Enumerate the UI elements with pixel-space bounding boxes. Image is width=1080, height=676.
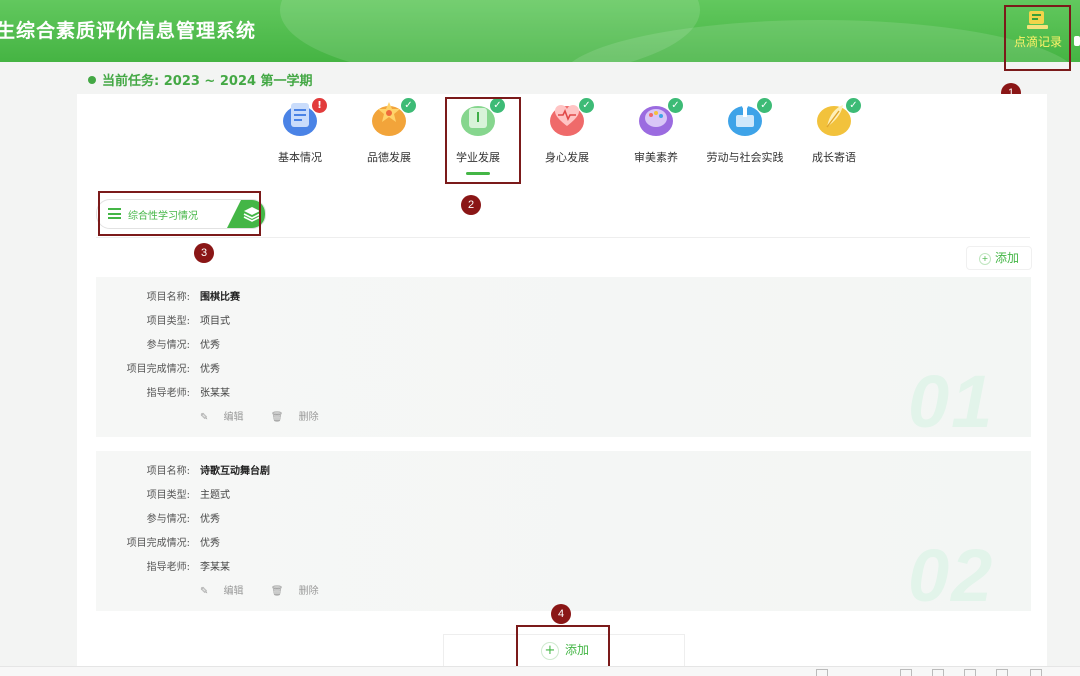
delete-button[interactable]: 🗑 删除 [271, 412, 331, 423]
check-icon: ✓ [846, 98, 861, 113]
nav-label: 身心发展 [545, 151, 589, 164]
check-icon: ✓ [579, 98, 594, 113]
active-tab-indicator [466, 172, 490, 175]
record-button[interactable]: 点滴记录 [1007, 8, 1069, 60]
card-actions: ✎ 编辑 🗑 删除 [200, 408, 343, 423]
field-value-name: 诗歌互动舞台剧 [200, 466, 270, 477]
add-label: 添加 [565, 643, 590, 657]
edit-icon: ✎ [200, 586, 212, 597]
nav-item-moral[interactable]: ✓ 品德发展 [349, 98, 429, 165]
annotation-badge-4: 4 [551, 604, 571, 624]
document-icon: ! [281, 98, 327, 138]
menu-icon [108, 208, 121, 219]
field-label-teacher: 指导老师: [146, 562, 190, 573]
field-label-completion: 项目完成情况: [126, 538, 190, 549]
section-label: 综合性学习情况 [128, 211, 198, 222]
delete-label: 删除 [298, 412, 319, 423]
annotation-badge-2: 2 [461, 195, 481, 215]
card-number: 01 [908, 360, 995, 437]
check-icon: ✓ [757, 98, 772, 113]
record-label: 点滴记录 [1013, 35, 1062, 49]
edit-button[interactable]: ✎ 编辑 [200, 412, 256, 423]
field-label-name: 项目名称: [146, 466, 190, 477]
top-header: 生综合素质评价信息管理系统 点滴记录 [0, 0, 1080, 62]
field-value-type: 项目式 [200, 316, 230, 327]
layers-icon [227, 200, 265, 228]
project-card: 项目名称: 围棋比赛 项目类型: 项目式 参与情况: 优秀 项目完成情况: 优秀… [96, 277, 1031, 437]
card-actions: ✎ 编辑 🗑 删除 [200, 582, 343, 597]
field-value-participation: 优秀 [200, 340, 220, 351]
palette-icon: ✓ [637, 98, 683, 138]
app-title: 生综合素质评价信息管理系统 [0, 20, 257, 42]
project-card: 项目名称: 诗歌互动舞台剧 项目类型: 主题式 参与情况: 优秀 项目完成情况:… [96, 451, 1031, 611]
warning-icon: ! [312, 98, 327, 113]
delete-button[interactable]: 🗑 删除 [271, 586, 331, 597]
field-label-participation: 参与情况: [146, 340, 190, 351]
feather-icon: ✓ [815, 98, 861, 138]
field-value-participation: 优秀 [200, 514, 220, 525]
field-value-completion: 优秀 [200, 364, 220, 375]
add-button-bottom[interactable]: + 添加 [541, 641, 589, 660]
annotation-badge-3: 3 [194, 243, 214, 263]
field-label-type: 项目类型: [146, 316, 190, 327]
field-label-teacher: 指导老师: [146, 388, 190, 399]
field-label-type: 项目类型: [146, 490, 190, 501]
add-button-bottom-container: + 添加 [443, 634, 685, 667]
star-heart-icon: ✓ [370, 98, 416, 138]
nav-item-aesthetic[interactable]: ✓ 审美素养 [616, 98, 696, 165]
add-button-top[interactable]: + 添加 [966, 246, 1032, 270]
heart-pulse-icon: ✓ [548, 98, 594, 138]
field-label-participation: 参与情况: [146, 514, 190, 525]
edit-label: 编辑 [223, 412, 244, 423]
section-divider [96, 237, 1030, 238]
tools-icon: ✓ [726, 98, 772, 138]
edit-label: 编辑 [223, 586, 244, 597]
check-icon: ✓ [668, 98, 683, 113]
field-value-teacher: 张某某 [200, 388, 230, 399]
edit-button[interactable]: ✎ 编辑 [200, 586, 256, 597]
trash-icon: 🗑 [270, 412, 287, 423]
plus-icon: + [541, 642, 559, 660]
nav-item-growth-message[interactable]: ✓ 成长寄语 [794, 98, 874, 165]
nav-label: 审美素养 [634, 151, 678, 164]
nav-label: 劳动与社会实践 [706, 151, 784, 164]
plus-icon: + [978, 253, 991, 265]
task-label: 当前任务: 2023 ~ 2024 第一学期 [102, 74, 313, 89]
add-label: 添加 [994, 251, 1019, 265]
task-dot-icon [88, 76, 96, 84]
header-edge-icon [1074, 36, 1080, 46]
nav-label: 基本情况 [278, 151, 322, 164]
book-icon: ✓ [459, 98, 505, 138]
field-value-completion: 优秀 [200, 538, 220, 549]
nav-label: 品德发展 [367, 151, 411, 164]
section-selector[interactable]: 综合性学习情况 [96, 199, 266, 229]
current-task: 当前任务: 2023 ~ 2024 第一学期 [88, 70, 313, 89]
delete-label: 删除 [298, 586, 319, 597]
check-icon: ✓ [490, 98, 505, 113]
edit-icon: ✎ [200, 412, 212, 423]
check-icon: ✓ [401, 98, 416, 113]
field-label-completion: 项目完成情况: [126, 364, 190, 375]
field-value-name: 围棋比赛 [200, 292, 240, 303]
card-number: 02 [908, 534, 995, 611]
nav-item-basic-info[interactable]: ! 基本情况 [260, 98, 340, 165]
nav-label: 成长寄语 [812, 151, 856, 164]
nav-item-physical[interactable]: ✓ 身心发展 [527, 98, 607, 165]
field-value-teacher: 李某某 [200, 562, 230, 573]
nav-item-labor[interactable]: ✓ 劳动与社会实践 [705, 98, 785, 165]
record-icon [1027, 11, 1048, 29]
trash-icon: 🗑 [270, 586, 287, 597]
nav-item-academic[interactable]: ✓ 学业发展 [438, 98, 518, 165]
field-label-name: 项目名称: [146, 292, 190, 303]
nav-label: 学业发展 [456, 151, 500, 164]
field-value-type: 主题式 [200, 490, 230, 501]
